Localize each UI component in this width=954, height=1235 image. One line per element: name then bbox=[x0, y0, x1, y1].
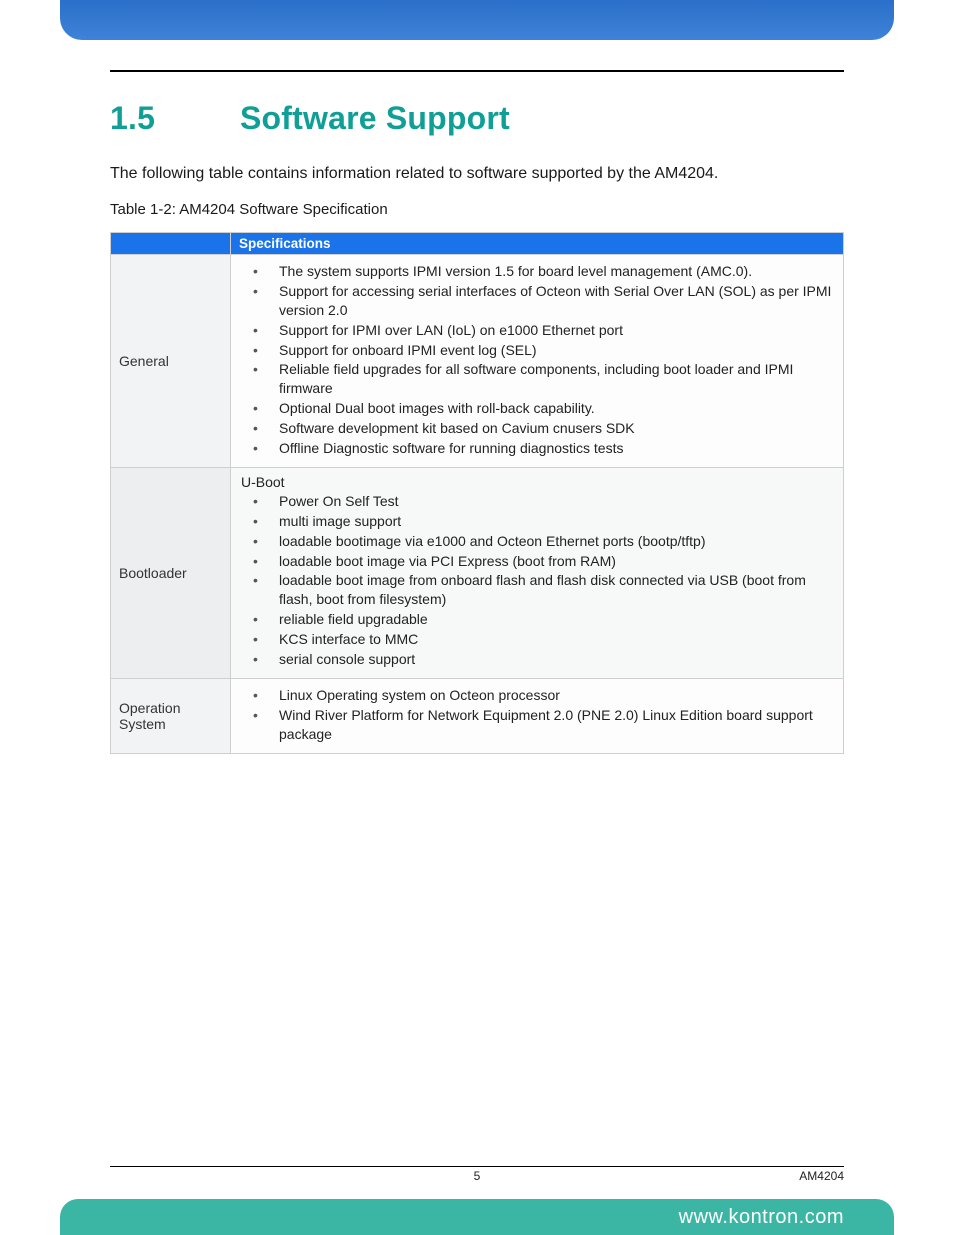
spec-list-item: Software development kit based on Cavium… bbox=[237, 419, 833, 438]
table-row: Operation System Linux Operating system o… bbox=[111, 678, 844, 753]
spec-list-item: loadable boot image from onboard flash a… bbox=[237, 571, 833, 609]
category-cell: Bootloader bbox=[111, 467, 231, 678]
spec-list-item: Offline Diagnostic software for running … bbox=[237, 439, 833, 458]
page: 1.5Software Support The following table … bbox=[0, 0, 954, 1235]
spec-list-item: The system supports IPMI version 1.5 for… bbox=[237, 262, 833, 281]
spec-list-item: reliable field upgradable bbox=[237, 610, 833, 629]
spec-list-item: Wind River Platform for Network Equipmen… bbox=[237, 706, 833, 744]
specs-cell: Linux Operating system on Octeon process… bbox=[231, 678, 844, 753]
header-banner bbox=[60, 0, 894, 40]
table-header-specifications: Specifications bbox=[231, 233, 844, 255]
spec-list-item: loadable boot image via PCI Express (boo… bbox=[237, 552, 833, 571]
page-number: 5 bbox=[110, 1169, 844, 1183]
specs-cell: U-Boot Power On Self Testmulti image supp… bbox=[231, 467, 844, 678]
footer-url: www.kontron.com bbox=[679, 1206, 844, 1229]
page-footer: 5 AM4204 bbox=[110, 1166, 844, 1183]
table-header-blank bbox=[111, 233, 231, 255]
category-cell: Operation System bbox=[111, 678, 231, 753]
spec-list-item: Optional Dual boot images with roll-back… bbox=[237, 399, 833, 418]
spec-list: Linux Operating system on Octeon process… bbox=[237, 686, 833, 744]
spec-list-item: Support for accessing serial interfaces … bbox=[237, 282, 833, 320]
spec-list: Power On Self Testmulti image supportloa… bbox=[237, 492, 833, 669]
table-row: General The system supports IPMI version … bbox=[111, 255, 844, 468]
spec-list-item: multi image support bbox=[237, 512, 833, 531]
section-number: 1.5 bbox=[110, 100, 240, 137]
content-area: 1.5Software Support The following table … bbox=[110, 60, 844, 754]
section-title: Software Support bbox=[240, 100, 510, 136]
horizontal-rule bbox=[110, 70, 844, 72]
spec-list-item: Support for IPMI over LAN (IoL) on e1000… bbox=[237, 321, 833, 340]
section-heading: 1.5Software Support bbox=[110, 100, 844, 137]
footer-banner: www.kontron.com bbox=[60, 1199, 894, 1235]
spec-list-item: KCS interface to MMC bbox=[237, 630, 833, 649]
spec-list-item: Reliable field upgrades for all software… bbox=[237, 360, 833, 398]
document-id: AM4204 bbox=[799, 1169, 844, 1183]
spec-list-item: loadable bootimage via e1000 and Octeon … bbox=[237, 532, 833, 551]
spec-lead-text: U-Boot bbox=[237, 474, 833, 490]
spec-list-item: Linux Operating system on Octeon process… bbox=[237, 686, 833, 705]
spec-list: The system supports IPMI version 1.5 for… bbox=[237, 262, 833, 458]
spec-table: Specifications General The system support… bbox=[110, 232, 844, 754]
spec-list-item: Power On Self Test bbox=[237, 492, 833, 511]
category-cell: General bbox=[111, 255, 231, 468]
intro-paragraph: The following table contains information… bbox=[110, 165, 844, 183]
spec-list-item: Support for onboard IPMI event log (SEL) bbox=[237, 341, 833, 360]
table-row: Bootloader U-Boot Power On Self Testmulti … bbox=[111, 467, 844, 678]
spec-list-item: serial console support bbox=[237, 650, 833, 669]
specs-cell: The system supports IPMI version 1.5 for… bbox=[231, 255, 844, 468]
table-caption: Table 1-2: AM4204 Software Specification bbox=[110, 201, 844, 218]
